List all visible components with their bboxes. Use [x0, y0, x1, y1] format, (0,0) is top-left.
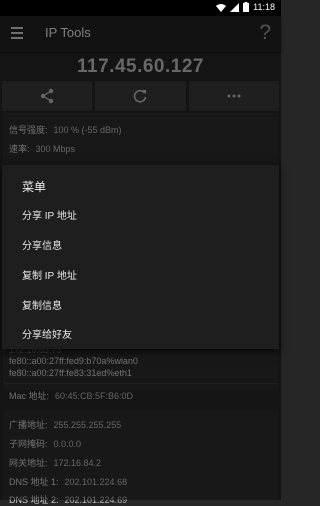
context-menu: 菜单 分享 IP 地址 分享信息 复制 IP 地址 复制信息 分享给好友	[2, 165, 279, 349]
menu-item-share-friend[interactable]: 分享给好友	[22, 326, 262, 341]
menu-title: 菜单	[22, 180, 47, 194]
menu-item-share-info[interactable]: 分享信息	[22, 237, 262, 252]
status-time: 11:18	[253, 2, 275, 12]
menu-item-copy-info[interactable]: 复制信息	[22, 297, 262, 312]
status-bar: 11:18	[0, 0, 281, 16]
signal-icon	[230, 2, 240, 12]
menu-item-copy-ip[interactable]: 复制 IP 地址	[22, 267, 262, 282]
wifi-icon	[216, 3, 227, 12]
battery-icon	[243, 2, 250, 12]
menu-item-share-ip[interactable]: 分享 IP 地址	[22, 207, 262, 222]
